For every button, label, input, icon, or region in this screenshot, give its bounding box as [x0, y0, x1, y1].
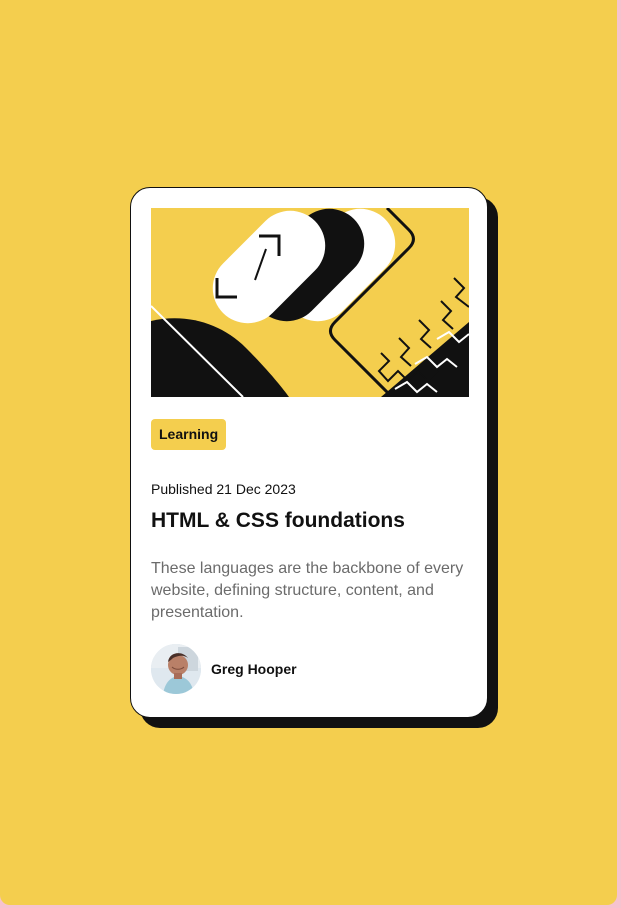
avatar	[151, 644, 201, 694]
page-background: Learning Published 21 Dec 2023 HTML & CS…	[0, 0, 617, 905]
hero-artwork	[151, 208, 469, 397]
category-tag[interactable]: Learning	[151, 419, 227, 450]
card-title[interactable]: HTML & CSS foundations	[151, 507, 469, 535]
author-name[interactable]: Greg Hooper	[211, 661, 297, 677]
avatar-photo	[151, 644, 201, 694]
author: Greg Hooper	[151, 644, 297, 694]
published-date: Published 21 Dec 2023	[151, 481, 296, 497]
hero-illustration	[151, 208, 469, 397]
blog-preview-card: Learning Published 21 Dec 2023 HTML & CS…	[130, 187, 488, 718]
card-excerpt: These languages are the backbone of ever…	[151, 560, 464, 621]
